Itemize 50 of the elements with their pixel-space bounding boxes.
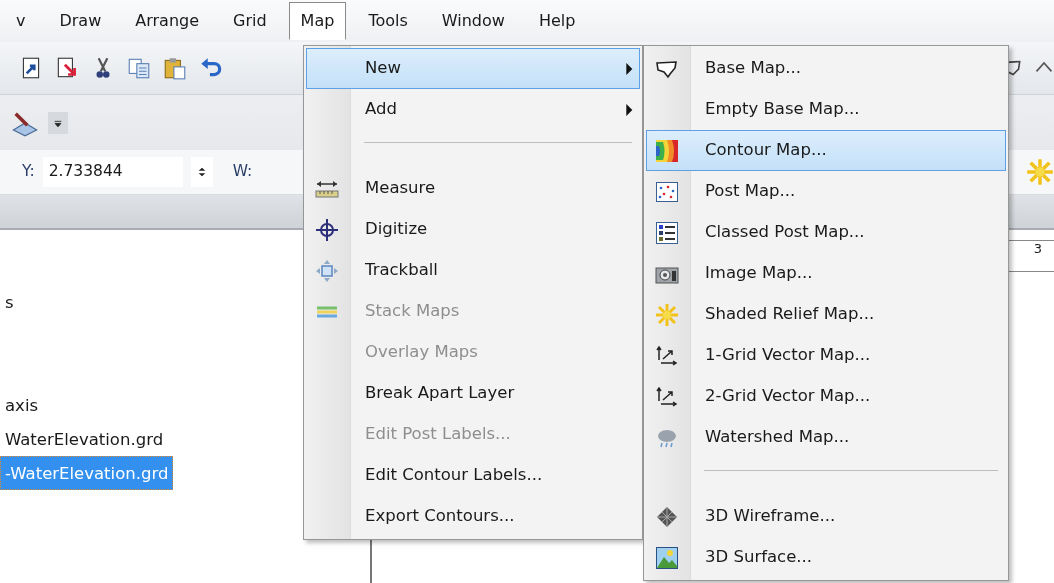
menu-item[interactable]: 1-Grid Vector Map... [646, 335, 1006, 376]
menu-bar-item[interactable]: Tools [356, 2, 420, 40]
menu-item[interactable]: 2-Grid Vector Map... [646, 376, 1006, 417]
menu-item[interactable]: Image Map... [646, 253, 1006, 294]
submenu-arrow-icon [625, 104, 633, 116]
menu-item[interactable]: New [306, 48, 640, 89]
menu-bar-item[interactable]: Map [288, 2, 347, 40]
tree-item[interactable]: axis [0, 388, 44, 422]
menu-item[interactable]: Add [306, 89, 640, 130]
menu-bar-item[interactable]: Draw [47, 2, 114, 40]
menu-item[interactable]: Edit Contour Labels... [306, 455, 640, 496]
menu-bar-item[interactable]: Help [526, 2, 588, 40]
trackball-icon [315, 259, 339, 283]
crosshair-icon [315, 218, 339, 242]
dropdown-button[interactable] [48, 111, 68, 134]
menu-bar-item[interactable]: Arrange [123, 2, 212, 40]
vector-arrows-icon [655, 385, 679, 409]
wireframe-icon [655, 505, 679, 529]
menu-item[interactable]: Measure [306, 168, 640, 209]
y-label: Y: [22, 161, 35, 183]
list-icon [655, 221, 679, 245]
menu-item[interactable]: Shaded Relief Map... [646, 294, 1006, 335]
vector-arrows-icon [655, 344, 679, 368]
landscape-icon [655, 546, 679, 570]
contour-icon [655, 139, 679, 163]
spin-button[interactable] [190, 157, 213, 187]
sun-icon [655, 303, 679, 327]
menu-item[interactable]: 3D Surface... [646, 537, 1006, 578]
ruler-number: 3 [1033, 241, 1042, 258]
w-label: W: [232, 161, 253, 183]
menu-item[interactable]: Watershed Map... [646, 417, 1006, 458]
menu-item[interactable]: Empty Base Map... [646, 89, 1006, 130]
menu-bar-item[interactable]: Grid [221, 2, 279, 40]
menu-item[interactable]: Base Map... [646, 48, 1006, 89]
menu-bar-item[interactable]: Window [429, 2, 517, 40]
y-coordinate-field[interactable]: 2.733844 [42, 157, 183, 187]
tree-item[interactable]: WaterElevation.grd [0, 422, 169, 456]
menu-item[interactable]: Trackball [306, 250, 640, 291]
menu-item[interactable]: Classed Post Map... [646, 212, 1006, 253]
paste-icon[interactable] [162, 55, 188, 81]
menu-item[interactable]: Export Contours... [306, 496, 640, 537]
menu-item[interactable]: 3D Wireframe... [646, 496, 1006, 537]
scatter-points-icon [655, 180, 679, 204]
tree-item[interactable]: s [0, 285, 19, 319]
menu-item[interactable]: Post Map... [646, 171, 1006, 212]
menu-item[interactable]: Contour Map... [646, 130, 1006, 171]
menu-item[interactable]: Break Apart Layer [306, 373, 640, 414]
menu-item[interactable]: Digitize [306, 209, 640, 250]
menu-bar-item[interactable]: v [4, 2, 38, 40]
submenu-arrow-icon [625, 63, 633, 75]
